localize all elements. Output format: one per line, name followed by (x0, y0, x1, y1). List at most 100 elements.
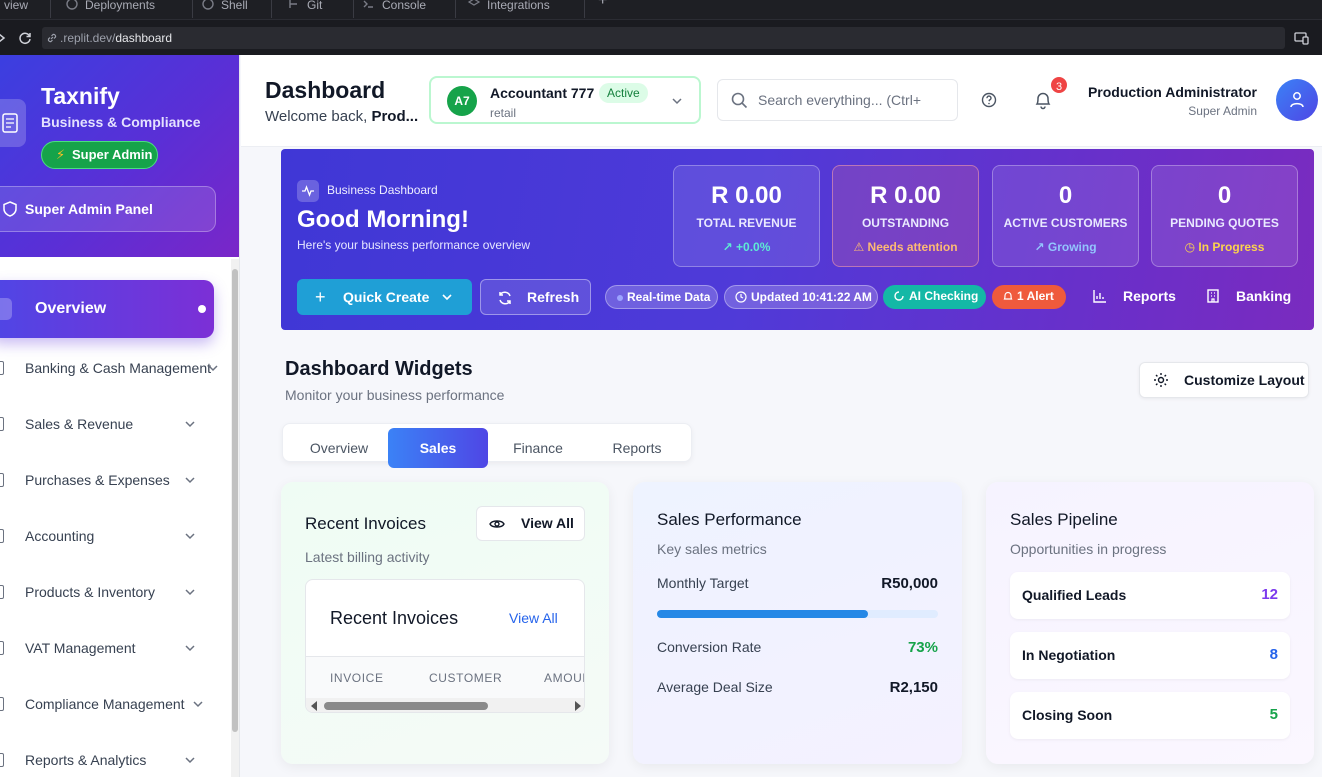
bell-icon[interactable] (1033, 90, 1053, 110)
column-header-invoice[interactable]: INVOICE (330, 671, 384, 685)
card-title: Sales Pipeline (1010, 510, 1118, 529)
help-icon[interactable] (981, 92, 997, 108)
chevron-down-icon (185, 757, 195, 764)
refresh-button[interactable]: Refresh (480, 279, 591, 315)
view-all-link[interactable]: View All (509, 610, 558, 626)
stat-card-outstanding[interactable]: R 0.00 OUTSTANDING ⚠ Needs attention (832, 165, 979, 267)
search-placeholder: Search everything... (Ctrl+ (758, 92, 922, 108)
account-name: Accountant 777 (490, 85, 595, 101)
chevron-down-icon (672, 98, 682, 105)
user-avatar[interactable] (1276, 79, 1318, 121)
stat-trend: ↗ +0.0% (722, 240, 771, 254)
chevron-down-icon (185, 589, 195, 596)
tab-divider (192, 0, 193, 18)
sidebar-item-vat[interactable]: VAT Management (0, 628, 230, 668)
tab-finance[interactable]: Finance (488, 428, 588, 468)
scrollbar-thumb[interactable] (232, 269, 238, 732)
sidebar-item-sales[interactable]: Sales & Revenue (0, 404, 230, 444)
customize-layout-button[interactable]: Customize Layout (1139, 362, 1309, 398)
banking-link[interactable]: Banking (1206, 288, 1291, 304)
purchases-icon (0, 473, 4, 487)
tab-overview[interactable]: Overview (289, 428, 389, 468)
sidebar-item-purchases[interactable]: Purchases & Expenses (0, 460, 230, 500)
browser-tab-bar: view Deployments Shell Git Console Integ… (0, 0, 1322, 20)
reports-icon (0, 753, 4, 767)
lightning-icon: ⚡ (56, 147, 66, 162)
tab-git[interactable]: Git (285, 0, 322, 20)
stat-card-total-revenue[interactable]: R 0.00 TOTAL REVENUE ↗ +0.0% (673, 165, 820, 267)
pipeline-row-value: 12 (1261, 586, 1278, 603)
quick-create-button[interactable]: + Quick Create (297, 279, 472, 315)
tab-webview[interactable]: view (0, 0, 28, 20)
sidebar-scrollbar[interactable] (231, 259, 239, 777)
account-avatar: A7 (447, 86, 477, 116)
tab-shell[interactable]: Shell (199, 0, 248, 20)
tab-console[interactable]: Console (360, 0, 426, 20)
live-dot-icon (617, 295, 623, 301)
tab-sales[interactable]: Sales (388, 428, 488, 468)
forward-icon[interactable] (0, 33, 6, 43)
widgets-title: Dashboard Widgets (285, 358, 473, 380)
tab-integrations[interactable]: Integrations (465, 0, 550, 20)
chevron-down-icon (185, 477, 195, 484)
sidebar-item-banking[interactable]: Banking & Cash Management (0, 348, 230, 388)
tab-deployments[interactable]: Deployments (63, 0, 155, 20)
notification-count-badge: 3 (1049, 75, 1069, 95)
reload-icon[interactable] (18, 31, 32, 45)
search-input[interactable]: Search everything... (Ctrl+ (717, 79, 958, 121)
sidebar-item-reports[interactable]: Reports & Analytics (0, 740, 230, 777)
devices-icon[interactable] (1294, 31, 1310, 45)
super-admin-panel-button[interactable]: Super Admin Panel (0, 186, 216, 232)
sidebar-item-accounting[interactable]: Accounting (0, 516, 230, 556)
pipeline-row-label: In Negotiation (1022, 647, 1116, 663)
reports-link[interactable]: Reports (1093, 288, 1176, 304)
scroll-right-icon[interactable] (575, 701, 581, 711)
view-all-button[interactable]: View All (476, 506, 585, 541)
stat-card-active-customers[interactable]: 0 ACTIVE CUSTOMERS ↗ Growing (992, 165, 1139, 267)
pipeline-row-label: Qualified Leads (1022, 587, 1127, 603)
url-input[interactable]: .replit.dev/dashboard (42, 27, 1285, 49)
chevron-down-icon (442, 294, 452, 301)
reports-link-label: Reports (1123, 288, 1176, 304)
activity-icon (297, 180, 319, 202)
stat-card-pending-quotes[interactable]: 0 PENDING QUOTES ◷ In Progress (1151, 165, 1298, 267)
search-icon (731, 92, 748, 109)
card-title: Recent Invoices (305, 514, 426, 533)
pipeline-row-in-negotiation[interactable]: In Negotiation 8 (1010, 632, 1290, 679)
sidebar-item-label: Purchases & Expenses (25, 472, 170, 488)
sidebar-item-products[interactable]: Products & Inventory (0, 572, 230, 612)
user-role: Super Admin (1188, 104, 1257, 118)
column-header-amount[interactable]: AMOUNT (544, 671, 584, 685)
sidebar-item-compliance[interactable]: Compliance Management (0, 684, 230, 724)
sidebar-item-overview[interactable]: Overview (0, 280, 214, 338)
building-icon (1207, 289, 1219, 303)
pipeline-row-closing-soon[interactable]: Closing Soon 5 (1010, 692, 1290, 739)
scrollbar-thumb[interactable] (324, 702, 488, 710)
stat-trend: ↗ Growing (1034, 240, 1097, 254)
widget-tabs: Overview Sales Finance Reports (282, 423, 692, 468)
sidebar-item-label: Compliance Management (25, 696, 185, 712)
alert-pill[interactable]: 1 Alert (992, 285, 1066, 309)
shield-icon (3, 201, 17, 217)
sidebar-item-label: Products & Inventory (25, 584, 155, 600)
url-path: dashboard (115, 31, 173, 45)
pipeline-row-qualified-leads[interactable]: Qualified Leads 12 (1010, 572, 1290, 619)
account-switcher[interactable]: A7 Accountant 777 Active retail (429, 76, 701, 124)
sidebar-item-label: Sales & Revenue (25, 416, 134, 432)
chevron-down-icon (208, 365, 218, 372)
page-title: Dashboard (265, 77, 386, 103)
tab-reports[interactable]: Reports (587, 428, 687, 468)
column-header-customer[interactable]: CUSTOMER (429, 671, 502, 685)
tab-divider (50, 0, 51, 18)
inventory-icon (0, 585, 4, 599)
new-tab-button[interactable]: + (598, 0, 607, 10)
conversion-rate-label: Conversion Rate (657, 639, 762, 655)
refresh-icon (499, 291, 511, 305)
table-horizontal-scrollbar[interactable] (306, 698, 584, 712)
scroll-left-icon[interactable] (311, 701, 317, 711)
tab-divider (584, 0, 585, 18)
banking-link-label: Banking (1236, 288, 1292, 304)
shell-icon (202, 0, 214, 10)
user-name: Production Administrator (1087, 84, 1257, 100)
greeting-title: Good Morning! (297, 206, 469, 233)
